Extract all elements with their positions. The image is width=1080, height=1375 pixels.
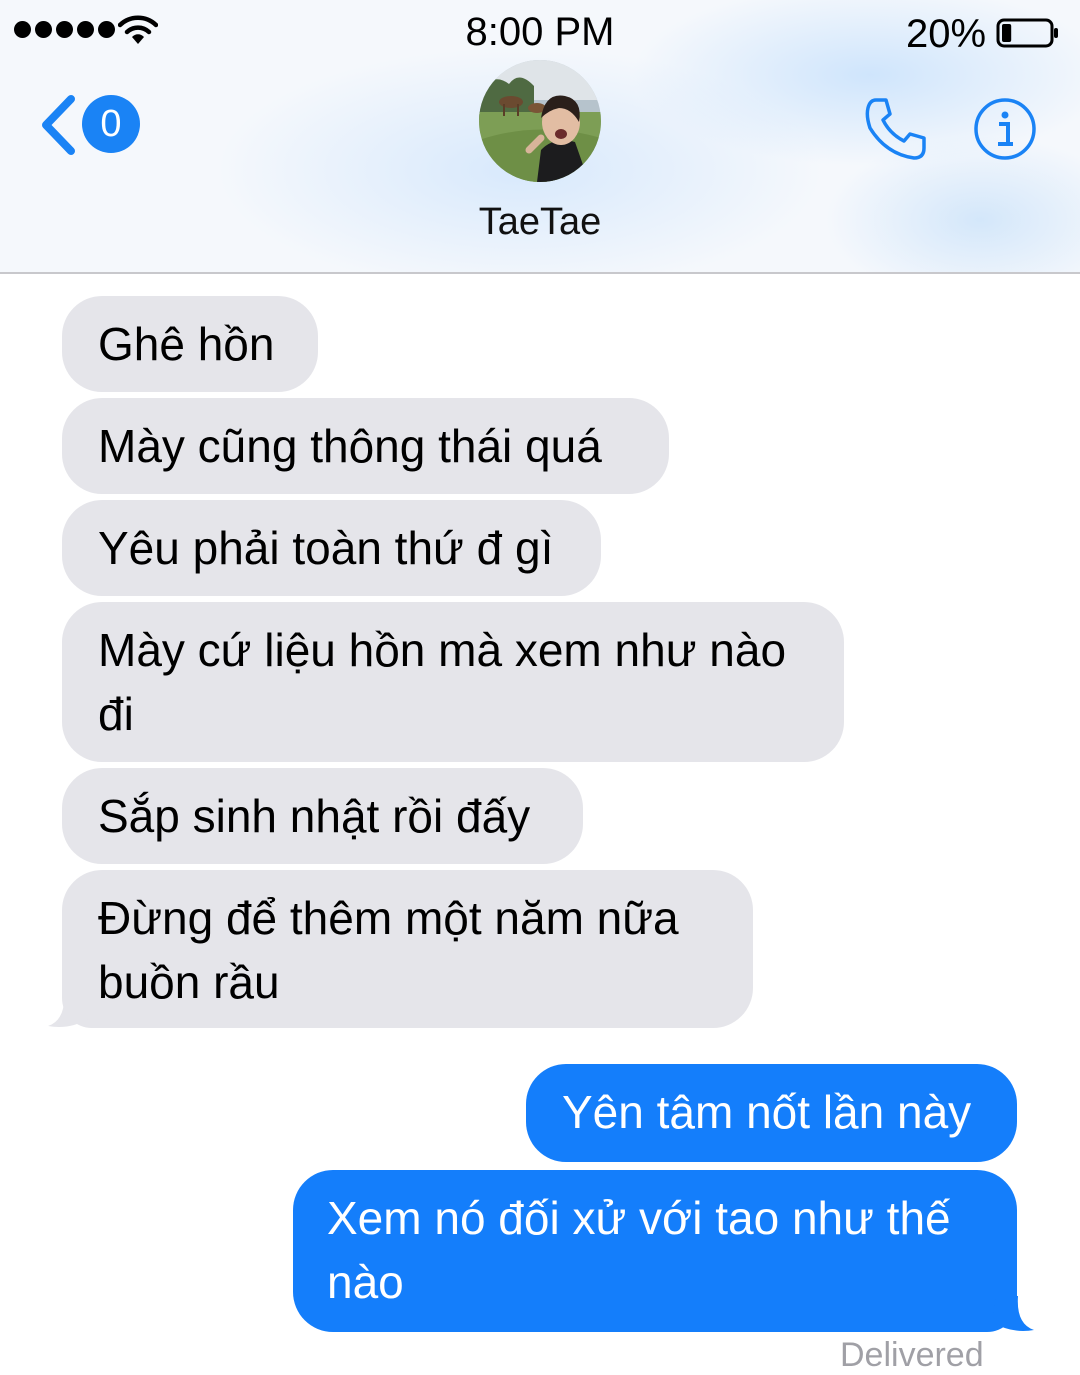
outgoing-message-bubble[interactable]: Yên tâm nốt lần này — [526, 1064, 1017, 1162]
back-button[interactable]: 0 — [38, 95, 140, 155]
delivery-status: Delivered — [840, 1336, 984, 1374]
info-icon[interactable] — [972, 96, 1038, 162]
incoming-message-bubble[interactable]: Yêu phải toàn thứ đ gì — [62, 500, 601, 596]
conversation-header: 8:00 PM 20% 0 TaeTae — [0, 0, 1080, 274]
incoming-message-bubble[interactable]: Đừng để thêm một năm nữa buồn rầu — [62, 870, 753, 1028]
incoming-message-bubble[interactable]: Mày cũng thông thái quá — [62, 398, 669, 494]
incoming-message-bubble[interactable]: Sắp sinh nhật rồi đấy — [62, 768, 583, 864]
incoming-bubble-tail — [48, 992, 90, 1027]
chevron-left-icon — [42, 95, 75, 155]
incoming-message-bubble[interactable]: Ghê hồn — [62, 296, 318, 392]
outgoing-bubble-tail — [992, 1296, 1034, 1331]
phone-icon[interactable] — [862, 96, 930, 162]
status-bar: 8:00 PM 20% — [0, 0, 1080, 60]
contact-name[interactable]: TaeTae — [0, 201, 1080, 244]
unread-count-badge: 0 — [82, 95, 140, 153]
outgoing-message-bubble[interactable]: Xem nó đối xử với tao như thế nào — [293, 1170, 1017, 1332]
incoming-message-bubble[interactable]: Mày cứ liệu hồn mà xem như nào đi — [62, 602, 844, 762]
battery-icon — [996, 18, 1058, 48]
contact-avatar[interactable] — [479, 60, 601, 182]
battery-percentage: 20% — [906, 12, 987, 56]
